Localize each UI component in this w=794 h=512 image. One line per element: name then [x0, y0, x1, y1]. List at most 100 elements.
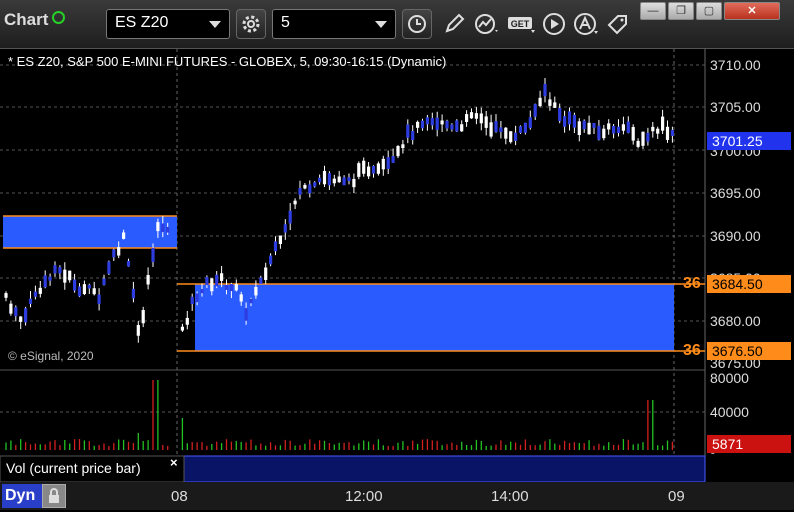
close-button[interactable]: ✕	[724, 2, 780, 20]
volume-tick: 40000	[710, 404, 749, 420]
candle-body	[97, 294, 101, 304]
candle-body	[538, 97, 542, 107]
candle-body	[460, 124, 464, 132]
alerts-button[interactable]	[573, 9, 599, 39]
candle-body	[558, 107, 562, 121]
interval-select[interactable]: 5	[272, 9, 396, 39]
volume-study-label[interactable]: Vol (current price bar)	[6, 460, 141, 476]
candle-body	[597, 125, 601, 140]
candle-body	[391, 156, 395, 163]
candle-body	[48, 276, 52, 281]
zone-top-inline-label: 36	[683, 275, 701, 292]
candle-body	[58, 267, 62, 274]
candle-body	[514, 132, 518, 141]
candle-body	[273, 241, 278, 252]
volume-tick: 80000	[710, 370, 749, 386]
candle-body	[651, 126, 655, 132]
candle-body	[592, 123, 596, 128]
candle-body	[572, 114, 576, 128]
candle-body	[445, 120, 449, 129]
candle-body	[166, 226, 170, 233]
candle-body	[180, 326, 184, 331]
candle-body	[607, 123, 611, 130]
candle-body	[509, 131, 513, 143]
candle-body	[244, 308, 248, 321]
candle-body	[161, 223, 165, 233]
play-button[interactable]	[541, 9, 567, 39]
candle-body	[185, 317, 189, 325]
candle-body	[224, 284, 229, 290]
candle-body	[126, 260, 131, 267]
candle-body	[440, 120, 444, 125]
candle-body	[401, 144, 405, 149]
zone-previous-session[interactable]	[3, 216, 177, 248]
zone-bottom-inline-label: 36	[683, 342, 701, 359]
minimize-button[interactable]: —	[640, 2, 666, 20]
candle-body	[269, 255, 273, 265]
price-tick: 3680.00	[710, 313, 761, 329]
chevron-down-icon	[209, 21, 221, 28]
candle-body	[367, 166, 371, 177]
restore-button[interactable]: ❐	[668, 2, 694, 20]
candle-body	[73, 279, 77, 291]
candle-body	[14, 307, 18, 317]
get-icon: GET	[508, 17, 535, 33]
candle-body	[563, 116, 567, 127]
candle-body	[504, 127, 508, 139]
candle-body	[303, 184, 307, 189]
candle-body	[259, 277, 263, 284]
candle-body	[656, 128, 660, 134]
draw-tool-button[interactable]	[441, 9, 467, 39]
candle-body	[283, 224, 287, 233]
candle-body	[455, 120, 459, 132]
price-tick: 3705.00	[710, 99, 761, 115]
candle-body	[479, 113, 483, 124]
candle-body	[376, 163, 380, 174]
candle-body	[425, 117, 429, 125]
candle-body	[102, 278, 106, 285]
candle-body	[107, 261, 111, 274]
get-data-button[interactable]: GET	[507, 9, 537, 39]
zone-current-session[interactable]	[195, 284, 674, 351]
link-tool-button[interactable]	[605, 9, 631, 39]
candle-body	[636, 140, 640, 147]
candle-body	[616, 126, 621, 134]
maximize-button[interactable]: ▢	[696, 2, 722, 20]
symbol-select[interactable]: ES Z20	[106, 9, 230, 39]
candle-body	[352, 178, 356, 188]
candle-body	[612, 126, 616, 134]
candle-body	[87, 284, 91, 289]
interval-value: 5	[281, 14, 290, 31]
candle-body	[33, 291, 37, 297]
tag-icon	[607, 15, 627, 35]
price-tick: 3695.00	[710, 185, 761, 201]
studies-button[interactable]	[474, 9, 500, 39]
settings-button[interactable]	[236, 9, 266, 39]
candle-body	[92, 288, 96, 295]
candle-body	[141, 310, 145, 324]
time-template-button[interactable]	[402, 9, 432, 39]
candle-body	[518, 126, 523, 133]
candle-body	[112, 249, 116, 258]
candle-body	[19, 316, 23, 322]
lock-icon[interactable]	[42, 484, 66, 508]
candle-body	[239, 294, 243, 302]
candle-body	[195, 293, 199, 303]
candle-body	[411, 131, 415, 141]
time-tick: 09	[668, 488, 685, 505]
price-chart[interactable]	[0, 49, 794, 510]
candle-body	[430, 118, 434, 126]
candle-body	[131, 288, 135, 299]
current-volume-tag: 5871	[707, 435, 791, 453]
candle-body	[313, 182, 317, 187]
candle-body	[337, 176, 341, 183]
close-study-icon[interactable]: ×	[170, 455, 178, 470]
close-icon: ✕	[747, 5, 757, 17]
candle-body	[465, 114, 469, 122]
tab-dyn[interactable]: Dyn	[2, 484, 42, 508]
candle-body	[28, 298, 33, 304]
candle-body	[646, 132, 650, 142]
candle-body	[200, 289, 204, 294]
time-tick: 12:00	[345, 488, 383, 505]
volume-series	[5, 380, 674, 450]
